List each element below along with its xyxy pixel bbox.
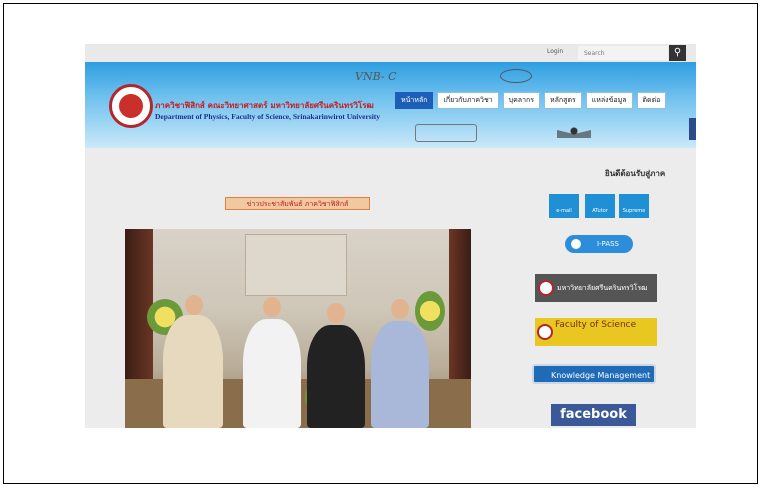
flower-decor — [415, 291, 445, 331]
decor-formula: VNB- C — [355, 70, 397, 83]
radiation-icon — [563, 120, 585, 142]
facebook-link[interactable]: facebook — [551, 404, 636, 426]
site-title-thai: ภาควิชาฟิสิกส์ คณะวิทยาศาสตร์ มหาวิทยาลั… — [155, 100, 374, 110]
person — [371, 321, 429, 428]
nav-curriculum[interactable]: หลักสูตร — [544, 92, 582, 109]
person-head — [263, 297, 281, 317]
lab-decor — [415, 124, 477, 142]
edge-decor — [689, 118, 696, 140]
top-bar: Login ⚲ — [85, 44, 696, 62]
supreme-label: Supreme — [622, 208, 646, 214]
person — [307, 325, 365, 428]
login-link[interactable]: Login — [547, 48, 563, 55]
staff-photo — [125, 229, 471, 428]
header-banner: ภาควิชาฟิสิกส์ คณะวิทยาศาสตร์ มหาวิทยาลั… — [85, 62, 696, 148]
email-label: e-mail — [556, 208, 572, 214]
nav-about[interactable]: เกี่ยวกับภาควิชา — [437, 92, 499, 109]
swu-logo-icon — [538, 280, 554, 296]
person — [243, 319, 301, 428]
knowledge-management-link[interactable]: Knowledge Management — [532, 364, 656, 384]
atutor-button[interactable]: ATutor — [585, 194, 615, 218]
atom-decor — [500, 69, 532, 83]
news-banner[interactable]: ข่าวประชาสัมพันธ์ ภาควิชาฟิสิกส์ — [225, 197, 370, 210]
welcome-text: ยินดีต้อนรับสู่ภาค — [605, 169, 666, 178]
person-head — [185, 295, 203, 315]
nav-resources[interactable]: แหล่งข้อมูล — [585, 92, 633, 109]
university-logo[interactable] — [109, 84, 153, 128]
email-button[interactable]: e-mail — [549, 194, 579, 218]
supreme-button[interactable]: Supreme — [619, 194, 649, 218]
fos-logo-icon — [537, 324, 553, 340]
wall-relief — [245, 234, 347, 296]
logo-emblem — [119, 94, 143, 118]
search-input[interactable] — [578, 46, 668, 60]
globe-icon — [571, 239, 581, 249]
nav-staff[interactable]: บุคลากร — [502, 92, 541, 109]
main-nav: หน้าหลัก เกี่ยวกับภาควิชา บุคลากร หลักสู… — [395, 92, 667, 109]
search-icon[interactable]: ⚲ — [669, 45, 686, 61]
fos-label: Faculty of Science — [555, 320, 637, 330]
person — [163, 315, 223, 428]
nav-contact[interactable]: ติดต่อ — [636, 92, 667, 109]
person-head — [327, 303, 345, 323]
website-screenshot: Login ⚲ ภาควิชาฟิสิกส์ คณะวิทยาศาสตร์ มห… — [85, 44, 696, 428]
nav-home[interactable]: หน้าหลัก — [395, 92, 434, 109]
swu-label: มหาวิทยาลัยศรีนครินทรวิโรฒ — [557, 284, 648, 292]
faculty-of-science-link[interactable]: Faculty of Science — [535, 318, 657, 346]
person-head — [391, 299, 409, 319]
atutor-label: ATutor — [592, 208, 608, 214]
site-title-english: Department of Physics, Faculty of Scienc… — [155, 112, 381, 121]
